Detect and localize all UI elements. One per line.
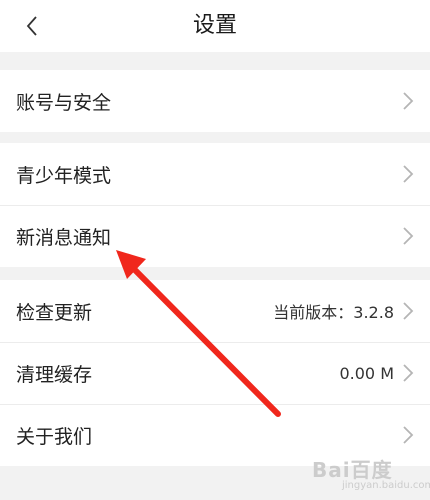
page-title: 设置: [192, 13, 237, 38]
chevron-right-icon: [403, 426, 414, 444]
chevron-right-icon: [403, 227, 414, 245]
row-check-update[interactable]: 检查更新 当前版本：3.2.8: [0, 280, 430, 342]
watermark-url: jingyan.baidu.com: [342, 480, 430, 491]
settings-group-modes: 青少年模式 新消息通知: [0, 143, 430, 267]
chevron-right-icon: [403, 165, 414, 183]
row-account-security[interactable]: 账号与安全: [0, 70, 430, 132]
chevron-right-icon: [403, 364, 414, 382]
row-label: 清理缓存: [16, 363, 93, 386]
cache-size-value: 0.00 M: [339, 363, 394, 383]
row-teen-mode[interactable]: 青少年模式: [0, 143, 430, 205]
header: 设置: [0, 0, 430, 52]
row-label: 账号与安全: [16, 91, 112, 114]
row-label: 青少年模式: [16, 164, 112, 187]
baidu-watermark: Bai百度 jingyan.baidu.com: [312, 452, 430, 496]
settings-group-app: 检查更新 当前版本：3.2.8 清理缓存 0.00 M 关于我们: [0, 280, 430, 466]
settings-group-account: 账号与安全: [0, 70, 430, 132]
chevron-right-icon: [403, 92, 414, 110]
chevron-right-icon: [403, 302, 414, 320]
row-clear-cache[interactable]: 清理缓存 0.00 M: [0, 342, 430, 404]
row-label: 新消息通知: [16, 226, 112, 249]
row-label: 检查更新: [16, 301, 93, 324]
watermark-logo: Bai百度: [312, 458, 393, 482]
row-message-notifications[interactable]: 新消息通知: [0, 205, 430, 267]
version-value: 当前版本：3.2.8: [273, 303, 394, 322]
row-label: 关于我们: [16, 425, 93, 448]
